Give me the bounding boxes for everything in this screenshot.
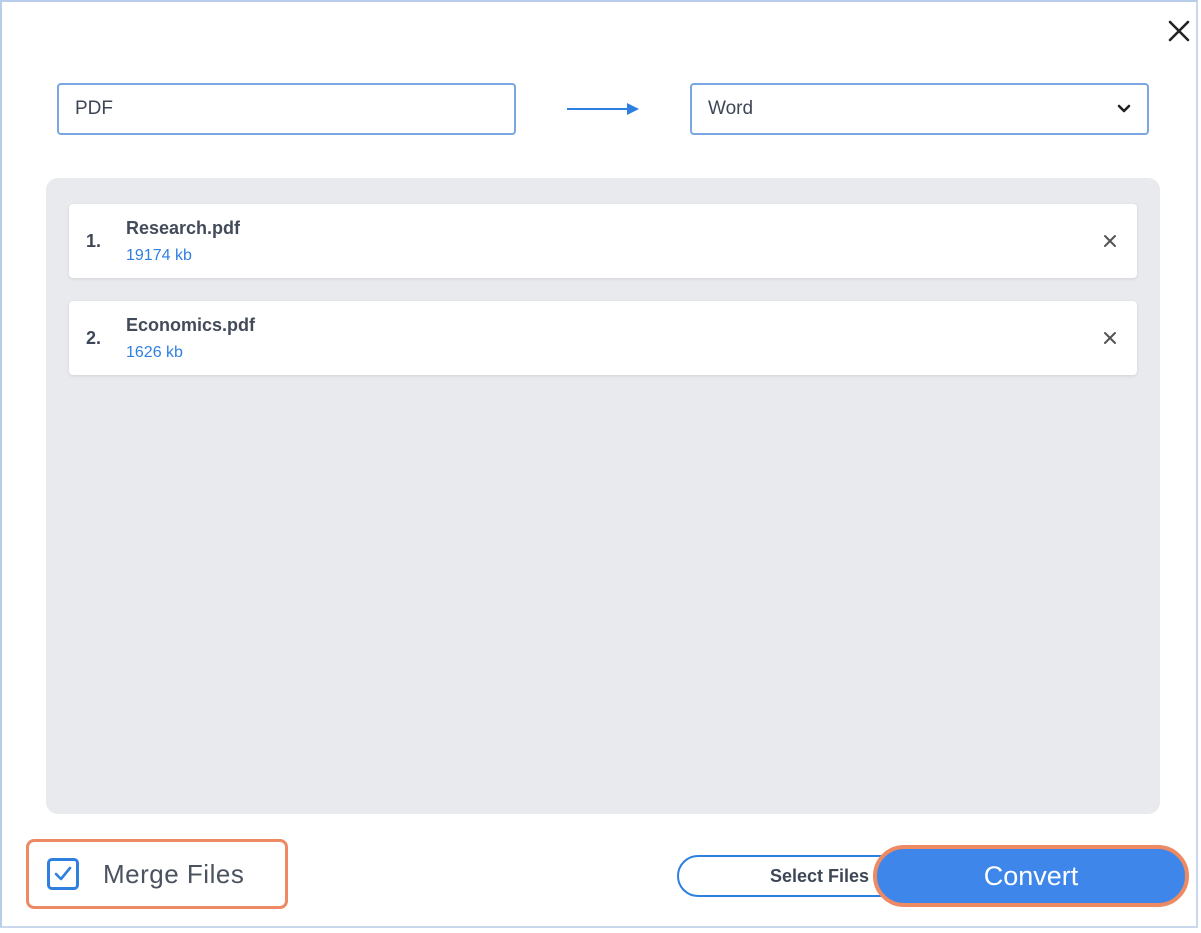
- remove-file-icon: [1104, 332, 1116, 344]
- remove-file-icon: [1104, 235, 1116, 247]
- file-name: Research.pdf: [126, 218, 241, 238]
- file-index: 1.: [86, 231, 102, 251]
- target-format-value: Word: [708, 98, 754, 119]
- chevron-down-icon: [1117, 104, 1131, 113]
- file-item: 1. Research.pdf 19174 kb: [69, 204, 1137, 278]
- merge-files-label: Merge Files: [103, 858, 245, 889]
- source-format-value: PDF: [75, 98, 113, 119]
- arrow-right-icon: [567, 103, 639, 115]
- close-icon: [1168, 20, 1190, 42]
- merge-files-checkbox[interactable]: [47, 858, 79, 890]
- checkmark-icon: [54, 866, 72, 881]
- converter-dialog: PDF Word 1. Research.pdf 19174 kb 2. Eco…: [0, 0, 1198, 928]
- file-list: 1. Research.pdf 19174 kb 2. Economics.pd…: [46, 178, 1160, 814]
- file-index: 2.: [86, 328, 102, 348]
- file-size: 1626 kb: [126, 344, 183, 361]
- file-size: 19174 kb: [126, 247, 192, 264]
- source-format-field[interactable]: PDF: [57, 83, 516, 135]
- file-item: 2. Economics.pdf 1626 kb: [69, 301, 1137, 375]
- convert-button[interactable]: Convert: [873, 845, 1189, 907]
- close-button[interactable]: [1164, 16, 1194, 46]
- file-name: Economics.pdf: [126, 315, 256, 335]
- target-format-select[interactable]: Word: [690, 83, 1149, 135]
- remove-file-button[interactable]: [1101, 232, 1119, 250]
- merge-files-toggle[interactable]: Merge Files: [26, 839, 288, 909]
- remove-file-button[interactable]: [1101, 329, 1119, 347]
